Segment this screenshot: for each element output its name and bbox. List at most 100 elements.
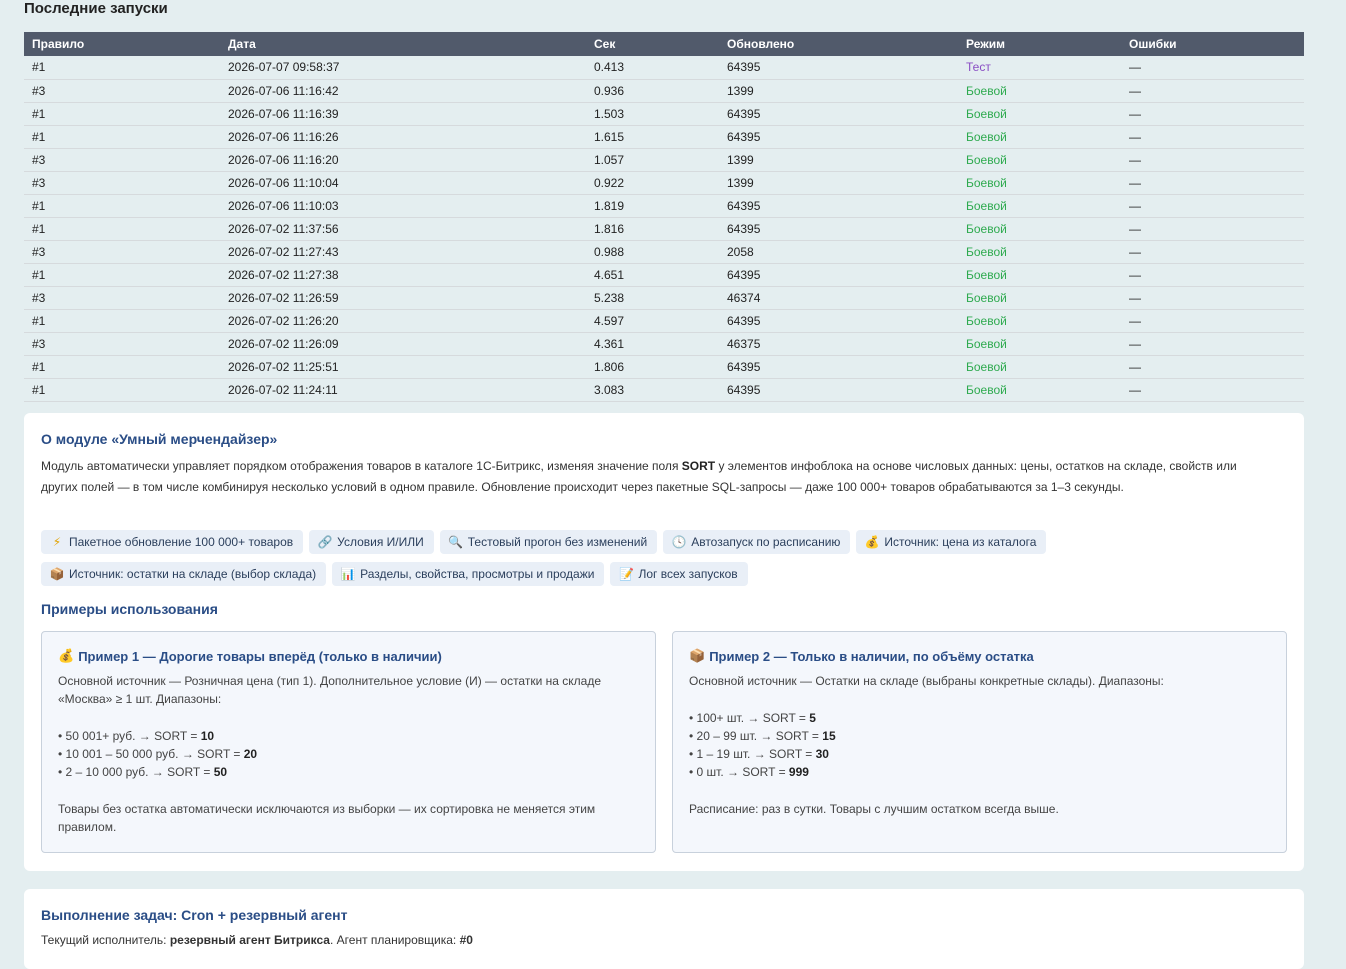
cell-date: 2026-07-07 09:58:37 (220, 56, 586, 80)
cell-errors: — (1121, 171, 1304, 195)
column-header-sec[interactable]: Сек (586, 32, 719, 56)
cron-status-text: Текущий исполнитель: резервный агент Бит… (41, 933, 473, 947)
cell-sec: 1.806 (586, 355, 719, 379)
column-header-date[interactable]: Дата (220, 32, 586, 56)
example-2-range: • 1 – 19 шт. → SORT = 30 (689, 745, 1270, 763)
cell-errors: — (1121, 125, 1304, 149)
magnifier-icon: 🔍 (448, 535, 464, 549)
cell-sec: 5.238 (586, 286, 719, 310)
cell-rule: #1 (24, 194, 220, 218)
cell-updated: 64395 (719, 263, 958, 287)
cell-rule: #1 (24, 355, 220, 379)
cell-rule: #1 (24, 56, 220, 80)
cell-mode: Боевой (958, 102, 1121, 126)
cell-date: 2026-07-02 11:37:56 (220, 217, 586, 241)
range-text: • 20 – 99 шт. → SORT = (689, 729, 823, 743)
feature-tag-label: Источник: цена из каталога (884, 535, 1037, 549)
cell-date: 2026-07-02 11:24:11 (220, 378, 586, 402)
cell-updated: 46375 (719, 332, 958, 356)
cell-sec: 0.936 (586, 79, 719, 103)
feature-tag-label: Тестовый прогон без изменений (467, 535, 648, 549)
cell-mode: Боевой (958, 194, 1121, 218)
example-1-note: Товары без остатка автоматически исключа… (58, 802, 596, 834)
cell-updated: 1399 (719, 171, 958, 195)
example-2-range: • 20 – 99 шт. → SORT = 15 (689, 727, 1270, 745)
cell-sec: 4.597 (586, 309, 719, 333)
cell-sec: 1.503 (586, 102, 719, 126)
cell-date: 2026-07-02 11:27:43 (220, 240, 586, 264)
cell-mode: Боевой (958, 378, 1121, 402)
cell-updated: 64395 (719, 309, 958, 333)
cell-sec: 1.615 (586, 125, 719, 149)
column-header-updated[interactable]: Обновлено (719, 32, 958, 56)
examples-grid: 💰 Пример 1 — Дорогие товары вперёд (тольк… (41, 631, 1287, 853)
cron-text-part: . Агент планировщика: (329, 933, 460, 947)
lightning-icon: ⚡ (52, 535, 62, 549)
cell-errors: — (1121, 378, 1304, 402)
cell-rule: #3 (24, 79, 220, 103)
feature-tag: ⚡ Пакетное обновление 100 000+ товаров (41, 530, 304, 554)
cell-date: 2026-07-06 11:16:20 (220, 148, 586, 172)
table-row: #1 2026-07-02 11:24:11 3.083 64395 Боевой — (24, 378, 1304, 402)
cell-errors: — (1121, 263, 1304, 287)
cell-sec: 0.988 (586, 240, 719, 264)
cell-date: 2026-07-06 11:10:04 (220, 171, 586, 195)
example-1-intro: Основной источник — Розничная цена (тип … (58, 674, 601, 706)
cell-date: 2026-07-02 11:27:38 (220, 263, 586, 287)
cell-rule: #3 (24, 240, 220, 264)
box-icon: 📦 (49, 567, 65, 581)
feature-tag: 📊 Разделы, свойства, просмотры и продажи (332, 562, 605, 586)
cell-sec: 1.816 (586, 217, 719, 241)
cell-rule: #3 (24, 148, 220, 172)
cell-updated: 1399 (719, 79, 958, 103)
cell-errors: — (1121, 79, 1304, 103)
money-bag-icon: 💰 (864, 535, 880, 549)
cell-mode: Боевой (958, 217, 1121, 241)
cell-mode: Боевой (958, 263, 1121, 287)
range-sort-value: 20 (243, 747, 258, 761)
memo-icon: 📝 (618, 567, 634, 581)
cron-card: Выполнение задач: Cron + резервный агент… (24, 889, 1304, 969)
example-2-heading: 📦 Пример 2 — Только в наличии, по объёму … (689, 648, 1270, 664)
cell-sec: 1.057 (586, 148, 719, 172)
example-card-1: 💰 Пример 1 — Дорогие товары вперёд (тольк… (41, 631, 656, 853)
cell-updated: 64395 (719, 378, 958, 402)
cell-updated: 46374 (719, 286, 958, 310)
example-2-intro: Основной источник — Остатки на складе (в… (689, 674, 1164, 688)
cell-updated: 1399 (719, 148, 958, 172)
cell-updated: 64395 (719, 217, 958, 241)
example-2-range: • 100+ шт. → SORT = 5 (689, 709, 1270, 727)
cell-sec: 4.361 (586, 332, 719, 356)
feature-tag-label: Автозапуск по расписанию (691, 535, 841, 549)
example-card-2: 📦 Пример 2 — Только в наличии, по объёму … (672, 631, 1287, 853)
table-row: #3 2026-07-02 11:26:09 4.361 46375 Боевой — (24, 332, 1304, 356)
feature-tag: 🕓 Автозапуск по расписанию (663, 530, 851, 554)
cell-rule: #3 (24, 286, 220, 310)
example-1-title: Пример 1 — Дорогие товары вперёд (только… (78, 648, 442, 664)
table-header-row: Правило Дата Сек Обновлено Режим Ошибки (24, 32, 1304, 56)
cell-sec: 4.651 (586, 263, 719, 287)
range-sort-value: 30 (815, 747, 829, 761)
table-row: #1 2026-07-02 11:26:20 4.597 64395 Боевой — (24, 309, 1304, 333)
example-1-heading: 💰 Пример 1 — Дорогие товары вперёд (тольк… (58, 648, 639, 664)
feature-tags: ⚡ Пакетное обновление 100 000+ товаров 🔗 Ус… (41, 530, 1281, 594)
cell-mode: Боевой (958, 79, 1121, 103)
range-text: • 2 – 10 000 руб. → SORT = (58, 765, 214, 779)
cron-agent-id: #0 (459, 933, 473, 947)
cell-rule: #1 (24, 102, 220, 126)
column-header-mode[interactable]: Режим (958, 32, 1121, 56)
example-2-range: • 0 шт. → SORT = 999 (689, 763, 1270, 781)
cell-rule: #1 (24, 125, 220, 149)
column-header-errors[interactable]: Ошибки (1121, 32, 1304, 56)
table-row: #1 2026-07-02 11:25:51 1.806 64395 Боевой — (24, 355, 1304, 379)
cell-updated: 64395 (719, 56, 958, 80)
cell-mode: Боевой (958, 286, 1121, 310)
cell-errors: — (1121, 102, 1304, 126)
cell-updated: 2058 (719, 240, 958, 264)
column-header-rule[interactable]: Правило (24, 32, 220, 56)
about-module-title: О модуле «Умный мерчендайзер» (41, 431, 278, 447)
cell-date: 2026-07-06 11:16:26 (220, 125, 586, 149)
cell-updated: 64395 (719, 125, 958, 149)
table-row: #1 2026-07-06 11:10:03 1.819 64395 Боевой — (24, 194, 1304, 218)
example-2-body: Основной источник — Остатки на складе (в… (689, 672, 1270, 818)
